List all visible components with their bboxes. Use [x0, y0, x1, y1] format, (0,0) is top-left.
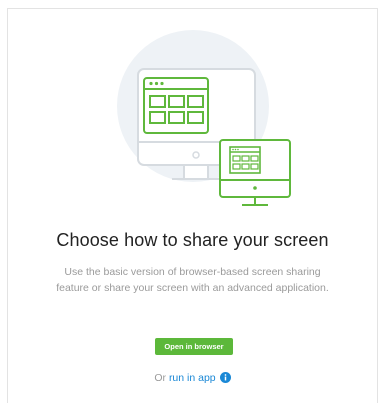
- info-icon[interactable]: [219, 372, 231, 383]
- run-in-app-link[interactable]: run in app: [169, 372, 216, 384]
- screen-share-illustration: [117, 30, 291, 206]
- dialog-title: Choose how to share your screen: [56, 230, 329, 250]
- open-in-browser-button[interactable]: Open in browser: [155, 338, 233, 355]
- dialog-description: Use the basic version of browser-based s…: [56, 266, 329, 294]
- small-monitor-icon: [219, 139, 291, 206]
- or-prefix-text: Or: [154, 372, 167, 384]
- run-in-app-line: Or run in app: [0, 372, 385, 384]
- browser-window-icon: [143, 77, 209, 134]
